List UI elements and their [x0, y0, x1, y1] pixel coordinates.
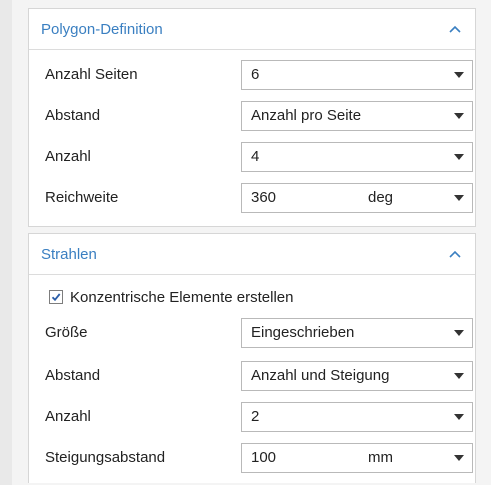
reichweite-dropdown[interactable]: 360 deg: [241, 183, 473, 213]
left-edge-strip: [0, 0, 12, 485]
groesse-label: Größe: [45, 324, 88, 341]
abstand-label: Abstand: [45, 107, 101, 124]
unit-label: deg: [368, 189, 394, 206]
dropdown-value: Anzahl pro Seite: [251, 107, 362, 124]
anzahl-seiten-label: Anzahl Seiten: [45, 66, 138, 83]
dropdown-arrow-icon[interactable]: [454, 72, 464, 78]
dropdown-value: Anzahl und Steigung: [251, 367, 390, 384]
field-row-abstand: Abstand Anzahl pro Seite: [41, 101, 473, 131]
konzentrische-elemente-checkbox[interactable]: [49, 290, 63, 304]
polygon-definition-header[interactable]: Polygon-Definition: [41, 9, 475, 49]
polygon-definition-title: Polygon-Definition: [41, 20, 163, 38]
field-row-anzahl-strahlen: Anzahl 2: [41, 402, 473, 432]
checkbox-label: Konzentrische Elemente erstellen: [70, 288, 294, 306]
groesse-dropdown[interactable]: Eingeschrieben: [241, 318, 473, 348]
dropdown-value: 100: [251, 449, 277, 466]
dropdown-arrow-icon[interactable]: [454, 414, 464, 420]
steigungsabstand-label: Steigungsabstand: [45, 449, 166, 466]
dropdown-arrow-icon[interactable]: [454, 154, 464, 160]
anzahl-dropdown[interactable]: 4: [241, 142, 473, 172]
dropdown-value: 6: [251, 66, 260, 83]
field-row-anzahl-seiten: Anzahl Seiten 6: [41, 60, 473, 90]
dropdown-value: 2: [251, 408, 260, 425]
field-row-reichweite: Reichweite 360 deg: [41, 183, 473, 213]
konzentrische-elemente-option[interactable]: Konzentrische Elemente erstellen: [49, 285, 293, 309]
abstand-dropdown[interactable]: Anzahl und Steigung: [241, 361, 473, 391]
abstand-label: Abstand: [45, 367, 101, 384]
checkmark-icon: [51, 293, 61, 302]
dropdown-value: 360: [251, 189, 277, 206]
chevron-up-icon[interactable]: [445, 244, 465, 264]
strahlen-panel: Strahlen Konzentrische Elemente erstelle…: [28, 233, 476, 483]
dropdown-arrow-icon[interactable]: [454, 330, 464, 336]
field-row-abstand-strahlen: Abstand Anzahl und Steigung: [41, 361, 473, 391]
dropdown-value: 4: [251, 148, 260, 165]
field-row-anzahl: Anzahl 4: [41, 142, 473, 172]
reichweite-label: Reichweite: [45, 189, 119, 206]
strahlen-header[interactable]: Strahlen: [41, 234, 475, 274]
abstand-dropdown[interactable]: Anzahl pro Seite: [241, 101, 473, 131]
dropdown-arrow-icon[interactable]: [454, 455, 464, 461]
anzahl-dropdown[interactable]: 2: [241, 402, 473, 432]
chevron-up-icon[interactable]: [445, 19, 465, 39]
field-row-groesse: Größe Eingeschrieben: [41, 318, 473, 348]
dropdown-arrow-icon[interactable]: [454, 113, 464, 119]
divider: [29, 49, 475, 50]
anzahl-label: Anzahl: [45, 408, 91, 425]
divider: [29, 274, 475, 275]
strahlen-title: Strahlen: [41, 245, 97, 263]
anzahl-label: Anzahl: [45, 148, 91, 165]
steigungsabstand-dropdown[interactable]: 100 mm: [241, 443, 473, 473]
dropdown-arrow-icon[interactable]: [454, 373, 464, 379]
dropdown-arrow-icon[interactable]: [454, 195, 464, 201]
polygon-definition-panel: Polygon-Definition Anzahl Seiten 6 Absta…: [28, 8, 476, 227]
anzahl-seiten-dropdown[interactable]: 6: [241, 60, 473, 90]
field-row-steigungsabstand: Steigungsabstand 100 mm: [41, 443, 473, 473]
unit-label: mm: [368, 449, 393, 466]
dropdown-value: Eingeschrieben: [251, 324, 355, 341]
